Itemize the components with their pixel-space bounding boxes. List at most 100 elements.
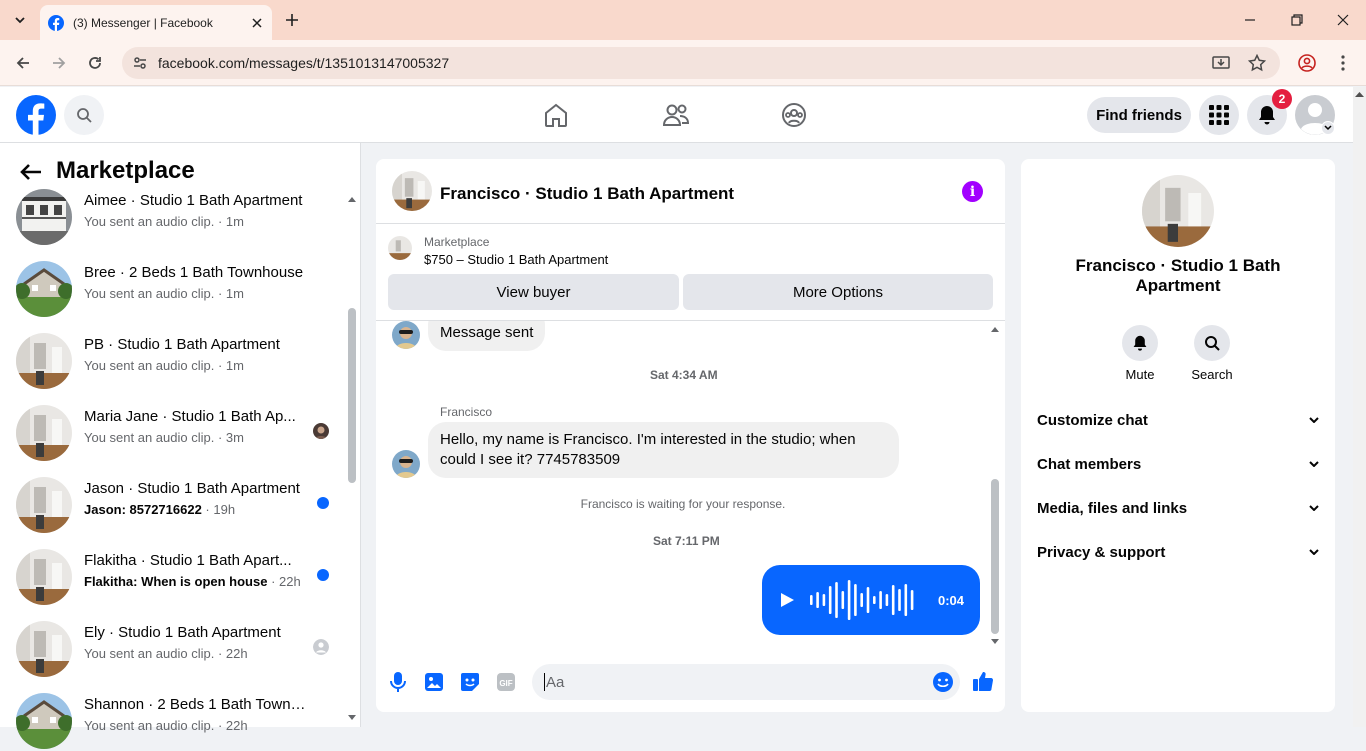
privacy-support-section[interactable]: Privacy & support <box>1037 537 1319 567</box>
back-icon[interactable] <box>11 51 35 75</box>
preview-text: Jason: 8572716622 <box>84 502 202 517</box>
chat-members-section[interactable]: Chat members <box>1037 449 1319 479</box>
photo-icon[interactable] <box>424 672 444 692</box>
find-friends-button[interactable]: Find friends <box>1087 97 1191 133</box>
tab-search-chevron-icon[interactable] <box>8 8 32 32</box>
conversation-list-scrollbar[interactable] <box>348 308 356 483</box>
marketplace-listing-bar: Marketplace $750 – Studio 1 Bath Apartme… <box>376 224 1005 321</box>
home-nav-icon[interactable] <box>543 102 569 128</box>
conversation-preview: You sent an audio clip. · 1m <box>84 358 244 373</box>
restore-icon[interactable] <box>1285 8 1309 32</box>
conversation-item[interactable]: Flakitha · Studio 1 Bath Apart... Flakith… <box>16 547 336 607</box>
preview-text: You sent an audio clip. <box>84 646 215 661</box>
marketplace-conversation-list: Marketplace Aimee · Studio 1 Bath Apartm… <box>0 143 361 749</box>
conversation-item[interactable]: Jason · Studio 1 Bath Apartment Jason: 85… <box>16 475 336 535</box>
reload-icon[interactable] <box>83 51 107 75</box>
seen-avatar <box>313 639 329 655</box>
incoming-message-bubble[interactable]: Hello, my name is Francisco. I'm interes… <box>428 422 899 478</box>
conversation-preview: Flakitha: When is open house · 22h <box>84 574 301 589</box>
page-scroll-up-icon[interactable] <box>1355 91 1364 97</box>
chevron-down-icon <box>1309 549 1319 555</box>
chat-scrollbar[interactable] <box>991 479 999 634</box>
scroll-down-arrow-icon[interactable] <box>347 715 357 721</box>
search-in-chat-button[interactable]: Search <box>1186 325 1238 382</box>
play-icon[interactable] <box>780 593 794 607</box>
install-app-icon[interactable] <box>1212 54 1230 72</box>
emoji-icon[interactable] <box>932 671 954 693</box>
more-options-button[interactable]: More Options <box>683 274 993 310</box>
preview-text: Flakitha: When is open house <box>84 574 268 589</box>
listing-thumbnail[interactable] <box>392 171 432 211</box>
preview-separator: · <box>267 574 280 589</box>
bell-icon <box>1122 325 1158 361</box>
section-label: Chat members <box>1037 455 1142 473</box>
sticker-icon[interactable] <box>460 672 480 692</box>
francisco-avatar[interactable] <box>392 450 420 478</box>
conversation-item[interactable]: Maria Jane · Studio 1 Bath Ap... You sent… <box>16 403 336 463</box>
site-settings-icon[interactable] <box>132 55 148 71</box>
bookmark-star-icon[interactable] <box>1248 54 1266 72</box>
conversation-preview: You sent an audio clip. · 22h <box>84 718 248 733</box>
search-button[interactable] <box>64 95 104 135</box>
conversation-name: Ely · Studio 1 Bath Apartment <box>84 624 281 641</box>
chat-info-icon[interactable]: i <box>962 181 983 202</box>
preview-time: 1m <box>225 214 244 229</box>
customize-chat-section[interactable]: Customize chat <box>1037 405 1319 435</box>
chevron-down-icon <box>1309 505 1319 511</box>
francisco-avatar[interactable] <box>392 321 420 349</box>
message-input[interactable]: Aa <box>532 664 960 700</box>
preview-time: 3m <box>225 430 244 445</box>
chat-title[interactable]: Francisco · Studio 1 Bath Apartment <box>440 184 734 204</box>
view-buyer-button[interactable]: View buyer <box>388 274 679 310</box>
message-input-placeholder: Aa <box>546 673 565 691</box>
listing-price-title[interactable]: $750 – Studio 1 Bath Apartment <box>424 252 608 267</box>
conversation-item[interactable]: Ely · Studio 1 Bath Apartment You sent an… <box>16 619 336 679</box>
facebook-logo-icon[interactable] <box>16 95 56 135</box>
browser-tab[interactable]: (3) Messenger | Facebook <box>40 5 272 40</box>
page-scrollbar[interactable] <box>1353 87 1366 727</box>
timestamp-divider: Sat 7:11 PM <box>653 534 720 548</box>
listing-photo[interactable] <box>1142 175 1214 247</box>
account-chevron-icon[interactable] <box>1321 121 1335 135</box>
text-cursor <box>544 673 545 691</box>
url-text: facebook.com/messages/t/1351013147005327 <box>158 55 450 71</box>
close-window-icon[interactable] <box>1331 8 1355 32</box>
conversation-item[interactable]: PB · Studio 1 Bath Apartment You sent an … <box>16 331 336 391</box>
sender-name: Francisco <box>440 405 493 419</box>
chat-scroll-down-icon[interactable] <box>990 639 1000 645</box>
groups-nav-icon[interactable] <box>781 102 807 128</box>
audio-waveform-icon <box>810 578 918 622</box>
listing-small-thumbnail <box>388 236 412 260</box>
chat-scroll-up-icon[interactable] <box>990 326 1000 332</box>
conversation-item[interactable]: Bree · 2 Beds 1 Bath Townhouse You sent a… <box>16 259 336 319</box>
friends-nav-icon[interactable] <box>662 102 690 128</box>
browser-tab-bar: (3) Messenger | Facebook <box>0 0 1366 40</box>
profile-icon[interactable] <box>1295 51 1319 75</box>
previous-message-bubble[interactable]: Message sent <box>428 321 546 351</box>
preview-text: You sent an audio clip. <box>84 286 215 301</box>
microphone-icon[interactable] <box>388 671 408 693</box>
unread-dot <box>317 569 329 581</box>
preview-time: 1m <box>225 286 244 301</box>
media-files-links-section[interactable]: Media, files and links <box>1037 493 1319 523</box>
conversation-item[interactable]: Shannon · 2 Beds 1 Bath Townho... You sen… <box>16 691 336 751</box>
address-bar[interactable]: facebook.com/messages/t/1351013147005327 <box>122 47 1280 79</box>
audio-message-bubble[interactable]: 0:04 <box>762 565 980 635</box>
menu-button[interactable] <box>1199 95 1239 135</box>
section-label: Media, files and links <box>1037 499 1188 517</box>
new-tab-icon[interactable] <box>280 8 304 32</box>
contact-name: Francisco · Studio 1 Bath Apartment <box>1075 256 1281 295</box>
back-arrow-icon[interactable] <box>20 163 42 181</box>
message-thread: Message sent Sat 4:34 AM Francisco Hello… <box>376 321 1005 651</box>
preview-separator: · <box>214 430 226 445</box>
browser-menu-icon[interactable] <box>1331 51 1355 75</box>
forward-icon[interactable] <box>47 51 71 75</box>
like-thumbs-up-icon[interactable] <box>972 670 994 692</box>
scroll-up-arrow-icon[interactable] <box>347 196 357 202</box>
minimize-icon[interactable] <box>1238 8 1262 32</box>
mute-button[interactable]: Mute <box>1114 325 1166 382</box>
gif-icon[interactable]: GIF <box>496 672 516 692</box>
search-label: Search <box>1191 367 1233 382</box>
tab-close-icon[interactable] <box>252 17 262 28</box>
conversation-item[interactable]: Aimee · Studio 1 Bath Apartment You sent … <box>16 187 336 247</box>
